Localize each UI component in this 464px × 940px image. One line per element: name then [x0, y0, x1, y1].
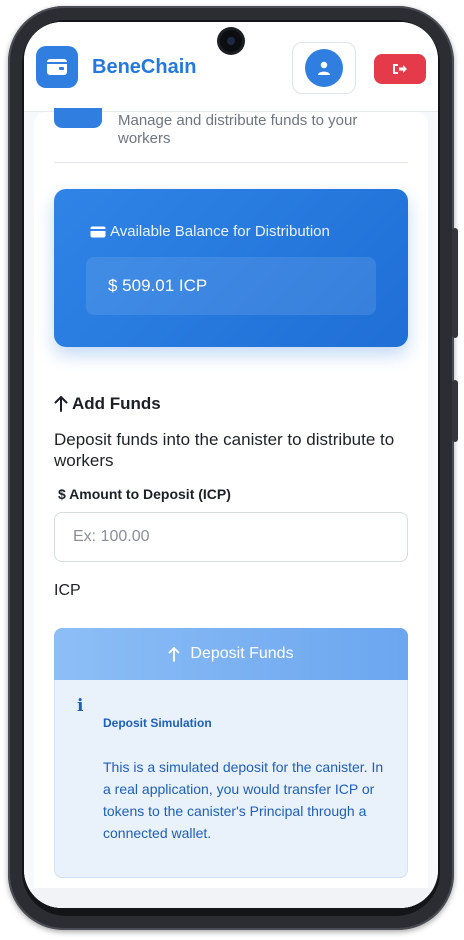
user-icon [318, 61, 330, 75]
brand-name: BeneChain [92, 56, 197, 78]
arrow-up-icon [169, 646, 180, 662]
avatar [305, 49, 343, 87]
add-funds-description: Deposit funds into the canister to distr… [54, 430, 395, 470]
amount-input[interactable] [54, 512, 408, 562]
amount-label: $ Amount to Deposit (ICP) [58, 486, 231, 502]
info-icon: i [77, 696, 84, 716]
notice-text: This is a simulated deposit for the cani… [103, 759, 384, 841]
add-funds-title-text: Add Funds [72, 394, 161, 413]
logout-button[interactable] [374, 54, 426, 84]
amount-unit: ICP [54, 582, 81, 599]
wallet-icon [47, 59, 67, 75]
balance-label: Available Balance for Distribution [110, 223, 330, 240]
balance-card: Available Balance for Distribution $ 509… [54, 189, 408, 347]
deposit-simulation-notice: i Deposit Simulation This is a simulated… [54, 680, 408, 878]
main-content: Manage and distribute funds to your work… [24, 108, 438, 908]
distribution-card: Manage and distribute funds to your work… [34, 108, 438, 908]
front-camera [220, 30, 242, 52]
logo[interactable] [36, 46, 78, 88]
profile-button[interactable] [292, 42, 356, 94]
phone-side-button [452, 380, 458, 442]
notice-title: Deposit Simulation [103, 716, 212, 730]
arrow-up-icon [54, 396, 68, 412]
logout-icon [393, 64, 407, 74]
card-icon [90, 226, 106, 237]
section-icon [54, 108, 102, 128]
phone-side-button [452, 228, 458, 338]
balance-amount: $ 509.01 ICP [86, 257, 376, 315]
divider [54, 162, 408, 163]
add-funds-title: Add Funds [54, 394, 161, 414]
page-subtitle: Manage and distribute funds to your work… [118, 112, 358, 147]
app-screen: BeneChain Manage and distribute funds to… [24, 22, 438, 908]
bottom-strip [34, 888, 438, 908]
deposit-funds-label: Deposit Funds [190, 645, 294, 662]
deposit-funds-button[interactable]: Deposit Funds [54, 628, 408, 680]
balance-label-row: Available Balance for Distribution [90, 223, 330, 240]
